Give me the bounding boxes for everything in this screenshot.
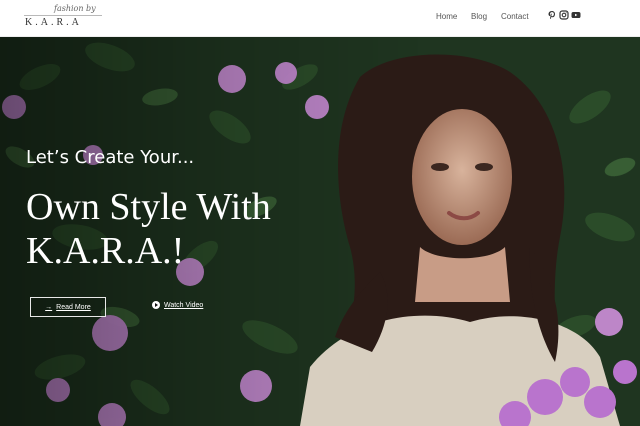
hero-pretitle: Let’s Create Your... [26,147,195,168]
watch-video-button[interactable]: Watch Video [152,301,203,309]
nav-home-link[interactable]: Home [436,12,457,21]
instagram-icon[interactable] [559,10,569,20]
hero-title: Own Style With K.A.R.A.! [26,186,271,272]
logo-brand: K.A.R.A [25,17,82,28]
nav-blog-link[interactable]: Blog [471,12,487,21]
nav-contact-link[interactable]: Contact [501,12,529,21]
read-more-label: Read More [56,303,91,311]
read-more-button[interactable]: → Read More [30,297,106,317]
watch-video-label: Watch Video [164,301,204,309]
logo-tagline: fashion by [54,4,96,13]
site-logo[interactable]: fashion by K.A.R.A [24,4,104,32]
youtube-icon[interactable] [571,10,581,20]
hero-section: Let’s Create Your... Own Style With K.A.… [0,37,640,426]
arrow-right-icon: → [45,303,53,311]
logo-divider [24,15,102,16]
pinterest-icon[interactable] [547,10,557,20]
site-header: fashion by K.A.R.A Home Blog Contact [0,0,640,37]
play-icon [152,301,160,309]
